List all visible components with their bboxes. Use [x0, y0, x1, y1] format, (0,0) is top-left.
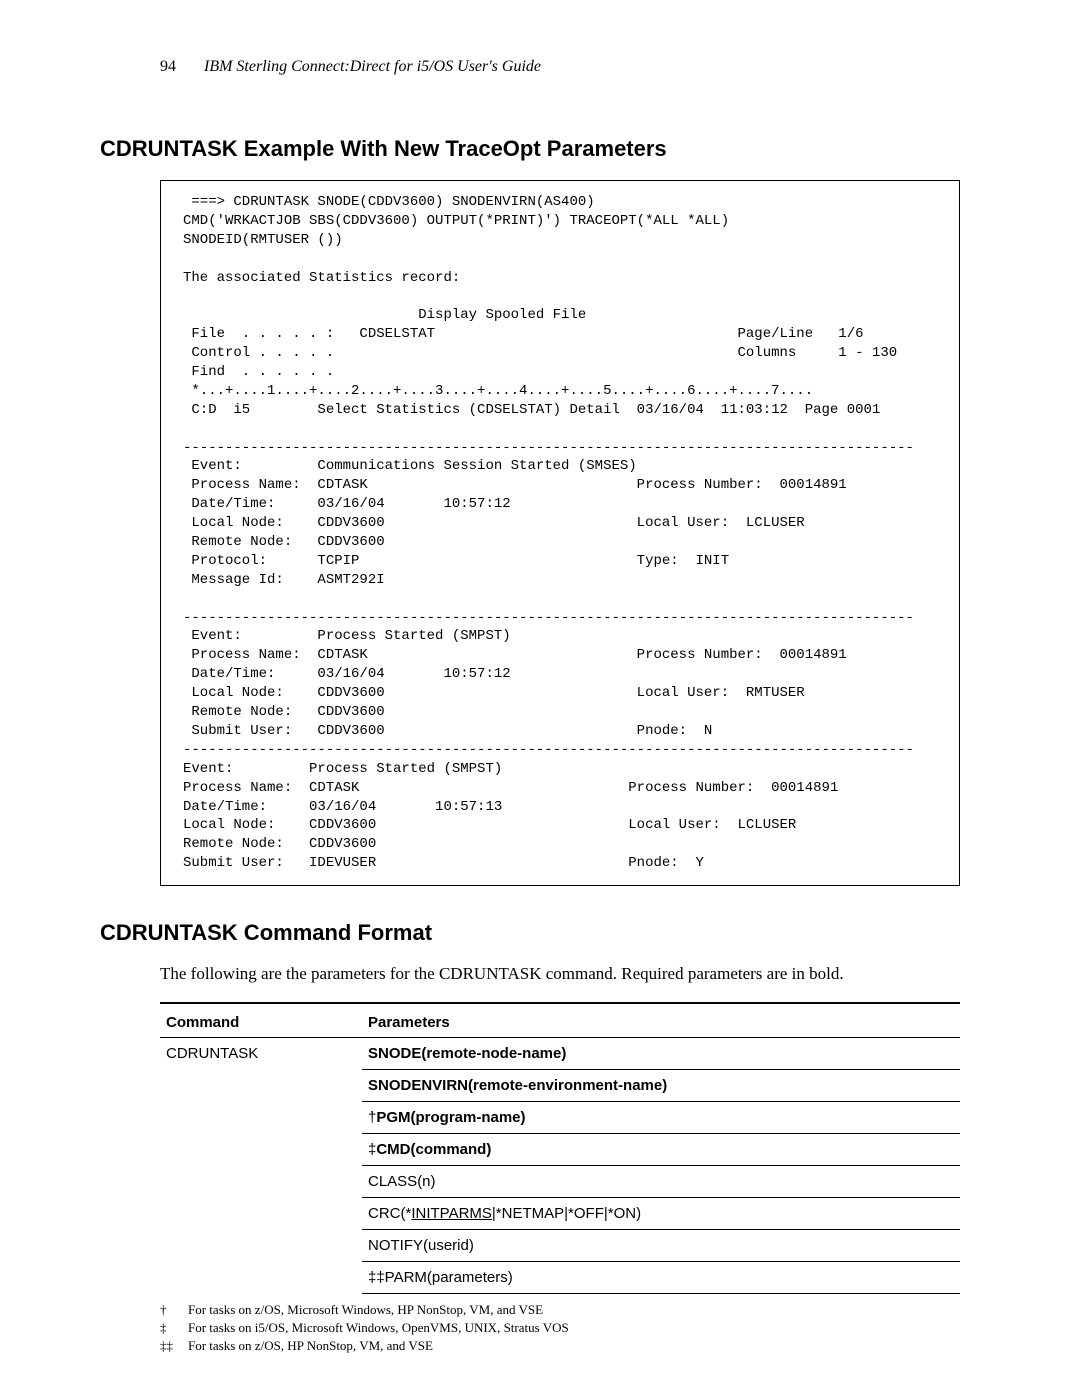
- command-format-intro: The following are the parameters for the…: [160, 964, 960, 984]
- command-parameters-table: Command Parameters CDRUNTASKSNODE(remote…: [160, 1002, 960, 1294]
- page-header: 94 IBM Sterling Connect:Direct for i5/OS…: [160, 58, 960, 76]
- code-example-block: ===> CDRUNTASK SNODE(CDDV3600) SNODENVIR…: [160, 180, 960, 886]
- table-body: CDRUNTASKSNODE(remote-node-name)SNODENVI…: [160, 1038, 960, 1294]
- parameter-cell: CLASS(n): [362, 1166, 960, 1198]
- parameter-cell: SNODE(remote-node-name): [362, 1038, 960, 1070]
- parameter-cell: ‡CMD(command): [362, 1134, 960, 1166]
- command-cell: [160, 1070, 362, 1102]
- table-head-command: Command: [160, 1003, 362, 1038]
- book-title: IBM Sterling Connect:Direct for i5/OS Us…: [204, 58, 541, 75]
- section-heading-traceopt: CDRUNTASK Example With New TraceOpt Para…: [100, 136, 960, 162]
- footnote-symbol: ‡: [160, 1320, 188, 1336]
- parameter-cell: †PGM(program-name): [362, 1102, 960, 1134]
- footnotes: †For tasks on z/OS, Microsoft Windows, H…: [160, 1302, 960, 1354]
- footnote-text: For tasks on z/OS, HP NonStop, VM, and V…: [188, 1338, 433, 1353]
- parameter-cell: ‡‡PARM(parameters): [362, 1262, 960, 1294]
- footnote-symbol: ‡‡: [160, 1338, 188, 1354]
- command-cell: [160, 1198, 362, 1230]
- parameter-cell: CRC(*INITPARMS|*NETMAP|*OFF|*ON): [362, 1198, 960, 1230]
- table-row: CLASS(n): [160, 1166, 960, 1198]
- table-row: NOTIFY(userid): [160, 1230, 960, 1262]
- table-row: CDRUNTASKSNODE(remote-node-name): [160, 1038, 960, 1070]
- command-cell: [160, 1166, 362, 1198]
- footnote: ‡‡For tasks on z/OS, HP NonStop, VM, and…: [160, 1338, 960, 1354]
- footnote: †For tasks on z/OS, Microsoft Windows, H…: [160, 1302, 960, 1318]
- command-cell: [160, 1230, 362, 1262]
- section-heading-command-format: CDRUNTASK Command Format: [100, 920, 960, 946]
- footnote-symbol: †: [160, 1302, 188, 1318]
- command-cell: [160, 1262, 362, 1294]
- footnote-text: For tasks on i5/OS, Microsoft Windows, O…: [188, 1320, 569, 1335]
- footnote-text: For tasks on z/OS, Microsoft Windows, HP…: [188, 1302, 543, 1317]
- parameter-cell: NOTIFY(userid): [362, 1230, 960, 1262]
- parameter-cell: SNODENVIRN(remote-environment-name): [362, 1070, 960, 1102]
- table-row: ‡‡PARM(parameters): [160, 1262, 960, 1294]
- page-number: 94: [160, 58, 176, 76]
- page: 94 IBM Sterling Connect:Direct for i5/OS…: [0, 0, 1080, 1397]
- footnote: ‡For tasks on i5/OS, Microsoft Windows, …: [160, 1320, 960, 1336]
- table-head-parameters: Parameters: [362, 1003, 960, 1038]
- table-row: †PGM(program-name): [160, 1102, 960, 1134]
- command-cell: [160, 1102, 362, 1134]
- table-row: CRC(*INITPARMS|*NETMAP|*OFF|*ON): [160, 1198, 960, 1230]
- command-cell: [160, 1134, 362, 1166]
- table-row: ‡CMD(command): [160, 1134, 960, 1166]
- table-row: SNODENVIRN(remote-environment-name): [160, 1070, 960, 1102]
- command-cell: CDRUNTASK: [160, 1038, 362, 1070]
